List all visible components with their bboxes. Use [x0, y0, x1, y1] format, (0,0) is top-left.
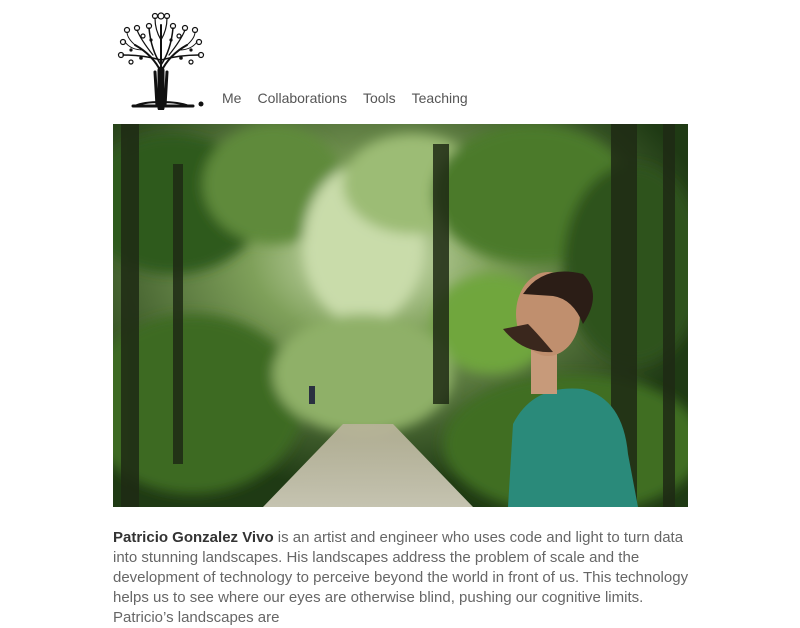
- tree-logo-icon[interactable]: [113, 10, 209, 112]
- hero-photo: [113, 124, 688, 507]
- nav-link-tools[interactable]: Tools: [363, 90, 396, 106]
- nav-link-collaborations[interactable]: Collaborations: [257, 90, 347, 106]
- main-nav: Me Collaborations Tools Teaching: [222, 90, 468, 106]
- bio-name: Patricio Gonzalez Vivo: [113, 529, 274, 546]
- page: Me Collaborations Tools Teaching Patrici…: [0, 0, 800, 626]
- bio-paragraph: Patricio Gonzalez Vivo is an artist and …: [113, 528, 689, 628]
- nav-link-me[interactable]: Me: [222, 90, 241, 106]
- nav-link-teaching[interactable]: Teaching: [412, 90, 468, 106]
